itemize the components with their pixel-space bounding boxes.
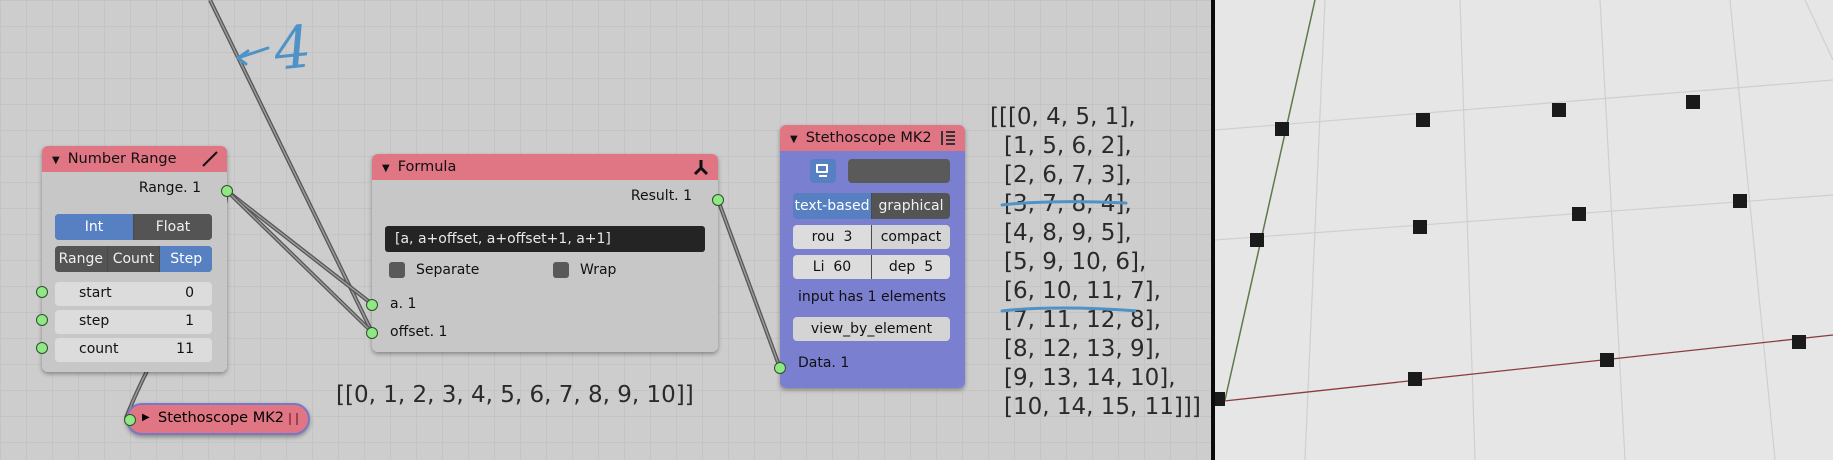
wrap-label: Wrap	[580, 262, 617, 278]
depth-label: dep	[888, 259, 916, 275]
display-mode-selector[interactable]: text-based graphical	[793, 193, 950, 219]
wrap-checkbox[interactable]	[553, 262, 569, 278]
mode-selector[interactable]: Range Count Step	[55, 246, 212, 272]
count-input-socket[interactable]	[36, 342, 48, 354]
separate-label: Separate	[416, 262, 480, 278]
collapse-triangle-icon[interactable]: ▼	[382, 156, 390, 182]
vertex-point	[1250, 233, 1264, 247]
step-input-socket[interactable]	[36, 314, 48, 326]
offset-input-socket[interactable]	[366, 327, 378, 339]
lines-value: 60	[833, 259, 852, 275]
number-range-header[interactable]: ▼ Number Range	[42, 146, 227, 172]
start-field[interactable]: start 0	[55, 282, 212, 306]
formula-header[interactable]: ▼ Formula	[372, 154, 718, 180]
output-line: [[[0, 4, 5, 1],	[990, 104, 1136, 130]
output-line: [10, 14, 15, 11]]]	[1004, 394, 1201, 420]
node-title: Formula	[397, 159, 457, 175]
output-line: [1, 5, 6, 2],	[1004, 133, 1132, 159]
formula-expression-input[interactable]: [a, a+offset, a+offset+1, a+1]	[385, 226, 705, 252]
range-output-label: Range. 1	[138, 180, 201, 196]
compact-toggle[interactable]: compact	[872, 225, 950, 249]
vertex-point	[1413, 220, 1427, 234]
collapse-triangle-icon[interactable]: ▼	[790, 127, 798, 153]
step-field[interactable]: step 1	[55, 310, 212, 334]
count-value: 11	[176, 341, 194, 357]
stethoscope-node[interactable]: ▼ Stethoscope MK2 text-based graphical ro…	[774, 125, 965, 388]
monitor-toggle-button[interactable]	[810, 159, 836, 183]
mode-range-option[interactable]: Range	[55, 246, 108, 272]
vertex-point	[1408, 372, 1422, 386]
data-input-socket[interactable]	[774, 362, 786, 374]
output-line: [9, 13, 14, 10],	[1004, 365, 1176, 391]
a-input-label: a. 1	[390, 296, 417, 312]
expand-triangle-icon[interactable]: ▶	[142, 412, 150, 423]
strikethrough-annotation	[1000, 200, 1136, 313]
output-line: [8, 12, 13, 9],	[1004, 336, 1161, 362]
formula-node[interactable]: ▼ Formula Result. 1 [a, a+offset, a+offse…	[366, 154, 724, 352]
type-int-option[interactable]: Int	[55, 214, 134, 240]
annotation-arrow-icon	[236, 46, 270, 66]
input-info-text: input has 1 elements	[798, 289, 947, 305]
stethoscope-mini-icon	[289, 413, 298, 425]
stethoscope-collapsed-input-socket[interactable]	[124, 414, 136, 426]
mode-text-based-option[interactable]: text-based	[793, 193, 872, 219]
rounding-field[interactable]: rou 3	[793, 225, 872, 249]
vertex-point	[1215, 392, 1225, 406]
mode-count-option[interactable]: Count	[107, 246, 161, 272]
stethoscope-collapsed-title: Stethoscope MK2	[158, 410, 284, 426]
vertex-point	[1275, 122, 1289, 136]
data-input-label: Data. 1	[798, 355, 850, 371]
vertex-point	[1416, 113, 1430, 127]
view-by-element-button[interactable]: view_by_element	[793, 317, 950, 341]
vertex-point	[1733, 194, 1747, 208]
collapse-triangle-icon[interactable]: ▼	[52, 148, 60, 174]
start-value: 0	[185, 285, 194, 301]
range-output-text: [[0, 1, 2, 3, 4, 5, 6, 7, 8, 9, 10]]	[336, 382, 694, 408]
start-label: start	[79, 285, 112, 301]
output-line: [2, 6, 7, 3],	[1004, 162, 1132, 188]
mode-graphical-option[interactable]: graphical	[872, 193, 950, 219]
range-output-socket[interactable]	[221, 185, 233, 197]
offset-input-label: offset. 1	[390, 324, 448, 340]
stethoscope-collapsed-node[interactable]: ▶ Stethoscope MK2	[124, 403, 310, 435]
count-label: count	[79, 341, 119, 357]
rounding-compact-row[interactable]: rou 3 compact	[793, 225, 950, 249]
vertex-point	[1600, 353, 1614, 367]
separate-checkbox[interactable]	[389, 262, 405, 278]
node-editor[interactable]: 4 ▼ Number Range Range. 1 Int Float Range…	[0, 0, 1211, 460]
a-input-socket[interactable]	[366, 299, 378, 311]
vertex-point	[1572, 207, 1586, 221]
range-line-icon	[202, 151, 218, 167]
viewport-grid	[1215, 0, 1833, 460]
color-field[interactable]	[848, 159, 950, 183]
monitor-icon	[816, 164, 828, 173]
type-selector[interactable]: Int Float	[55, 214, 212, 240]
vertex-point	[1686, 95, 1700, 109]
step-value: 1	[185, 313, 194, 329]
vertex-point	[1792, 335, 1806, 349]
node-title: Stethoscope MK2	[805, 130, 932, 146]
annotation-number: 4	[270, 12, 315, 84]
result-output-socket[interactable]	[712, 194, 724, 206]
depth-field[interactable]: dep 5	[872, 255, 950, 279]
start-input-socket[interactable]	[36, 286, 48, 298]
depth-value: 5	[924, 259, 934, 275]
stethoscope-icon	[941, 131, 955, 145]
3d-viewport[interactable]	[1215, 0, 1833, 460]
formula-icon	[693, 160, 709, 176]
step-label: step	[79, 313, 110, 329]
result-output-label: Result. 1	[630, 188, 692, 204]
mode-step-option[interactable]: Step	[160, 246, 212, 272]
lines-depth-row[interactable]: Li 60 dep 5	[793, 255, 950, 279]
lines-field[interactable]: Li 60	[793, 255, 872, 279]
node-title: Number Range	[67, 151, 177, 167]
number-range-node[interactable]: ▼ Number Range Range. 1 Int Float Range C…	[36, 146, 233, 372]
rounding-value: 3	[843, 229, 853, 245]
vertex-point	[1552, 103, 1566, 117]
count-field[interactable]: count 11	[55, 338, 212, 362]
rounding-label: rou	[811, 229, 835, 245]
stethoscope-header[interactable]: ▼ Stethoscope MK2	[780, 125, 965, 151]
lines-label: Li	[812, 259, 825, 275]
type-float-option[interactable]: Float	[134, 214, 212, 240]
